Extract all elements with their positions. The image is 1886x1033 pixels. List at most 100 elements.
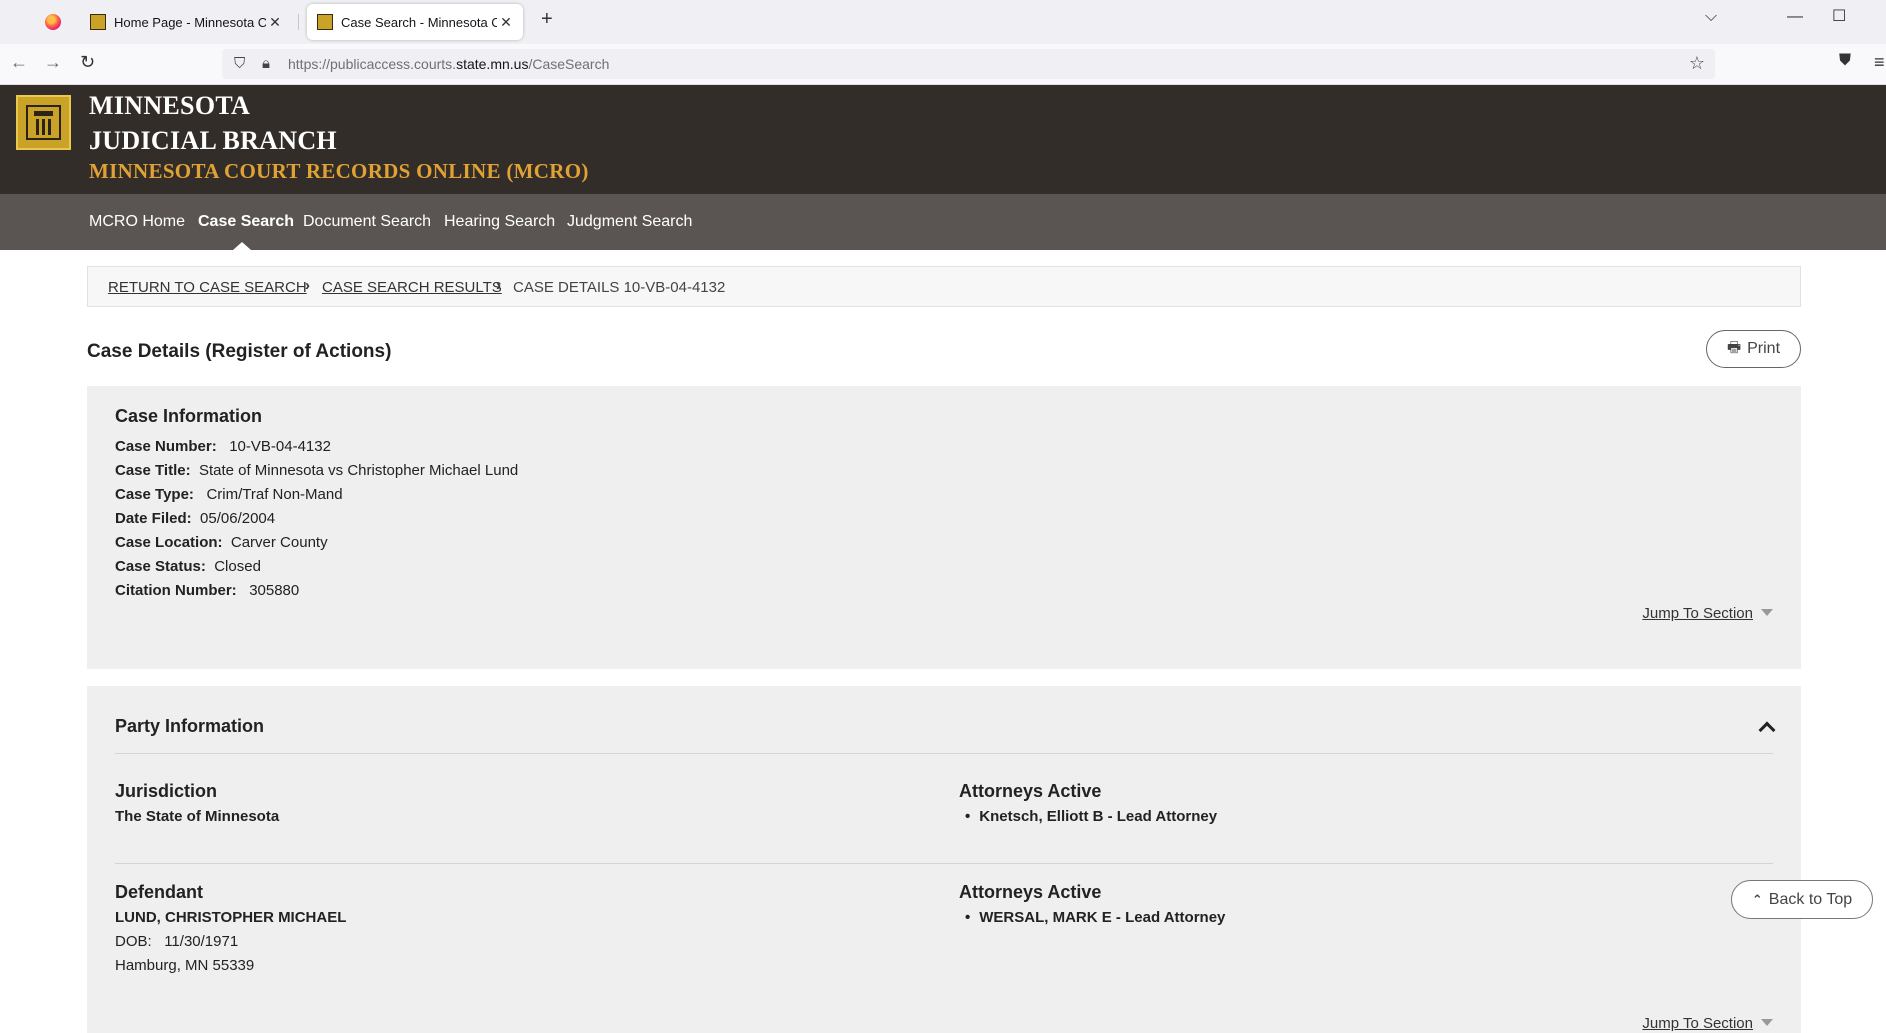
party-information-panel: Party Information Jurisdiction The State… xyxy=(87,686,1801,1033)
minimize-icon[interactable]: — xyxy=(1787,8,1803,26)
arrow-left-icon[interactable]: ← xyxy=(10,52,28,73)
site-header: MINNESOTA JUDICIAL BRANCH MINNESOTA COUR… xyxy=(0,85,1886,194)
chevron-right-icon: › xyxy=(496,277,501,294)
active-nav-caret xyxy=(233,242,251,250)
party-information-heading: Party Information xyxy=(115,716,265,736)
browser-nav-bar: ← → ↻ ⛉ 🔒︎ https://publicaccess.courts.s… xyxy=(0,44,1886,85)
field-label: Case Type: xyxy=(115,486,194,503)
breadcrumb-case-search-results[interactable]: CASE SEARCH RESULTS xyxy=(322,279,502,296)
party-name: The State of Minnesota xyxy=(115,808,280,825)
site-title-line1: MINNESOTA xyxy=(89,91,251,120)
tab-separator xyxy=(298,14,299,30)
field-label: Case Number: xyxy=(115,438,217,455)
case-status-row: Case Status: Closed xyxy=(115,558,261,575)
url-bar[interactable]: ⛉ 🔒︎ https://publicaccess.courts.state.m… xyxy=(222,49,1715,79)
nav-document-search[interactable]: Document Search xyxy=(303,213,431,231)
caret-down-icon xyxy=(1761,609,1773,616)
page-title: Case Details (Register of Actions) xyxy=(87,341,392,362)
maximize-icon[interactable]: ☐ xyxy=(1832,6,1846,26)
back-to-top-label: Back to Top xyxy=(1768,890,1853,908)
jump-to-section-dropdown[interactable]: Jump To Section xyxy=(1642,1015,1773,1032)
nav-mcro-home[interactable]: MCRO Home xyxy=(89,213,185,231)
tab-title: Case Search - Minnesota Court xyxy=(341,14,497,30)
dob-value: 11/30/1971 xyxy=(164,933,239,950)
attorneys-active-heading: Attorneys Active xyxy=(959,882,1102,902)
shield-icon[interactable]: ⛉ xyxy=(234,55,245,72)
field-value: 10-VB-04-4132 xyxy=(229,438,331,455)
tab-home-page[interactable]: Home Page - Minnesota Court R ✕ xyxy=(80,4,292,40)
chevron-up-collapse-icon[interactable] xyxy=(1758,721,1776,739)
date-filed-row: Date Filed: 05/06/2004 xyxy=(115,510,275,527)
tab-title: Home Page - Minnesota Court R xyxy=(114,14,266,30)
jump-to-section-dropdown[interactable]: Jump To Section xyxy=(1642,605,1773,622)
field-label: Case Title: xyxy=(115,462,191,479)
case-number-row: Case Number: 10-VB-04-4132 xyxy=(115,438,331,455)
tab-case-search[interactable]: Case Search - Minnesota Court ✕ xyxy=(307,4,523,40)
field-label: Date Filed: xyxy=(115,510,192,527)
double-chevron-up-icon: ⌃ xyxy=(1751,891,1763,907)
close-tab-icon[interactable]: ✕ xyxy=(266,14,284,31)
citation-number-row: Citation Number: 305880 xyxy=(115,582,299,599)
attorney-list-item: WERSAL, MARK E - Lead Attorney xyxy=(965,909,1225,926)
lock-icon[interactable]: 🔒︎ xyxy=(262,55,270,72)
party-name: LUND, CHRISTOPHER MICHAEL xyxy=(115,909,347,926)
field-value: 05/06/2004 xyxy=(200,510,276,527)
pocket-icon[interactable]: ⛊ xyxy=(1839,52,1851,70)
hamburger-icon[interactable]: ≡ xyxy=(1874,52,1885,73)
field-value: Crim/Traf Non-Mand xyxy=(206,486,343,503)
dob-row: DOB: 11/30/1971 xyxy=(115,933,238,950)
reload-icon[interactable]: ↻ xyxy=(80,52,95,73)
case-location-row: Case Location: Carver County xyxy=(115,534,328,551)
case-type-row: Case Type: Crim/Traf Non-Mand xyxy=(115,486,343,503)
tab-list-chevron-down-icon[interactable]: ⌵ xyxy=(1705,8,1717,26)
case-title-row: Case Title: State of Minnesota vs Christ… xyxy=(115,462,518,479)
breadcrumb: RETURN TO CASE SEARCH › CASE SEARCH RESU… xyxy=(87,266,1801,307)
close-tab-icon[interactable]: ✕ xyxy=(497,14,515,31)
attorneys-active-heading: Attorneys Active xyxy=(959,781,1102,801)
url-path: /CaseSearch xyxy=(528,56,610,72)
party-address: Hamburg, MN 55339 xyxy=(115,957,255,974)
firefox-icon[interactable] xyxy=(45,14,61,30)
dob-label: DOB: xyxy=(115,933,152,950)
arrow-right-icon[interactable]: → xyxy=(44,52,62,73)
jump-to-section-label: Jump To Section xyxy=(1642,605,1753,622)
caret-down-icon xyxy=(1761,1019,1773,1026)
new-tab-plus-icon[interactable]: + xyxy=(541,8,553,31)
case-information-heading: Case Information xyxy=(115,406,263,426)
nav-judgment-search[interactable]: Judgment Search xyxy=(567,213,692,231)
browser-tab-bar: Home Page - Minnesota Court R ✕ Case Sea… xyxy=(0,0,1886,44)
court-favicon-icon xyxy=(317,14,333,30)
field-label: Citation Number: xyxy=(115,582,237,599)
field-label: Case Location: xyxy=(115,534,223,551)
attorney-list-item: Knetsch, Elliott B - Lead Attorney xyxy=(965,808,1217,825)
field-value: Carver County xyxy=(230,534,328,551)
field-value: 305880 xyxy=(249,582,300,599)
nav-hearing-search[interactable]: Hearing Search xyxy=(444,213,555,231)
field-value: State of Minnesota vs Christopher Michae… xyxy=(198,462,519,479)
case-information-panel: Case Information Case Number: 10-VB-04-4… xyxy=(87,386,1801,669)
party-role-defendant: Defendant xyxy=(115,882,204,902)
field-value: Closed xyxy=(214,558,261,575)
breadcrumb-return-to-case-search[interactable]: RETURN TO CASE SEARCH xyxy=(108,279,307,296)
star-icon[interactable]: ☆ xyxy=(1689,53,1705,74)
court-favicon-icon xyxy=(90,14,106,30)
chevron-right-icon: › xyxy=(305,277,310,294)
field-label: Case Status: xyxy=(115,558,206,575)
site-title-line2: JUDICIAL BRANCH xyxy=(89,126,337,155)
judicial-branch-seal-icon[interactable] xyxy=(16,95,71,150)
main-nav: MCRO Home Case Search Document Search He… xyxy=(0,194,1886,250)
print-label: Print xyxy=(1747,340,1781,357)
url-domain: state.mn.us xyxy=(456,56,529,72)
url-prefix: https://publicaccess.courts. xyxy=(288,56,457,72)
print-button[interactable]: 🖶 Print xyxy=(1706,330,1801,368)
nav-case-search[interactable]: Case Search xyxy=(198,213,294,231)
party-role-jurisdiction: Jurisdiction xyxy=(115,781,218,801)
site-subtitle: MINNESOTA COURT RECORDS ONLINE (MCRO) xyxy=(89,159,589,183)
divider xyxy=(115,753,1773,754)
url-text[interactable]: https://publicaccess.courts.state.mn.us/… xyxy=(288,56,609,72)
printer-icon: 🖶 xyxy=(1726,338,1742,356)
back-to-top-button[interactable]: ⌃ Back to Top xyxy=(1731,880,1873,919)
divider xyxy=(115,863,1773,864)
breadcrumb-current: CASE DETAILS 10-VB-04-4132 xyxy=(513,279,726,296)
jump-to-section-label: Jump To Section xyxy=(1642,1015,1753,1032)
